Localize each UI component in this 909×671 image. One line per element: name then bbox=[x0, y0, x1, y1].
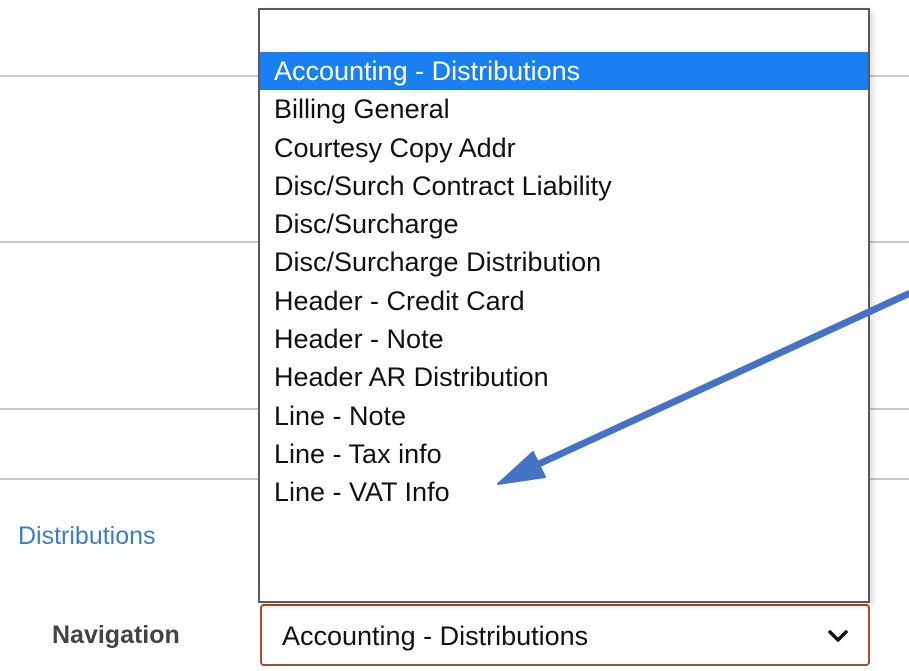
dropdown-option[interactable]: Header - Note bbox=[260, 320, 868, 358]
page: Distributions Navigation Accounting - Di… bbox=[0, 0, 909, 671]
navigation-dropdown-list[interactable]: Accounting - Distributions Billing Genera… bbox=[258, 8, 870, 603]
navigation-select-value: Accounting - Distributions bbox=[282, 621, 589, 651]
dropdown-option[interactable]: Courtesy Copy Addr bbox=[260, 129, 868, 167]
separator-line bbox=[868, 75, 909, 77]
dropdown-option[interactable]: Billing General bbox=[260, 90, 868, 128]
dropdown-option[interactable]: Accounting - Distributions bbox=[260, 52, 868, 91]
dropdown-option[interactable]: Disc/Surch Contract Liability bbox=[260, 167, 868, 205]
dropdown-option[interactable]: Line - VAT Info bbox=[260, 473, 868, 511]
dropdown-option[interactable]: Header - Credit Card bbox=[260, 282, 868, 320]
dropdown-blank-option[interactable] bbox=[260, 10, 868, 52]
separator-line bbox=[868, 408, 909, 410]
dropdown-option[interactable]: Line - Tax info bbox=[260, 435, 868, 473]
dropdown-option[interactable]: Disc/Surcharge Distribution bbox=[260, 243, 868, 281]
separator-line bbox=[868, 241, 909, 243]
chevron-down-icon[interactable] bbox=[826, 624, 850, 648]
separator-line bbox=[0, 408, 260, 410]
dropdown-option[interactable]: Header AR Distribution bbox=[260, 358, 868, 396]
distributions-link[interactable]: Distributions bbox=[18, 516, 156, 556]
dropdown-options: Accounting - Distributions Billing Genera… bbox=[260, 52, 868, 512]
separator-line bbox=[0, 241, 260, 243]
dropdown-option[interactable]: Disc/Surcharge bbox=[260, 205, 868, 243]
navigation-label: Navigation bbox=[52, 621, 180, 649]
separator-line bbox=[0, 75, 260, 77]
navigation-select[interactable]: Accounting - Distributions bbox=[260, 604, 870, 666]
dropdown-option[interactable]: Line - Note bbox=[260, 397, 868, 435]
separator-line bbox=[868, 478, 909, 480]
separator-line bbox=[0, 478, 260, 480]
